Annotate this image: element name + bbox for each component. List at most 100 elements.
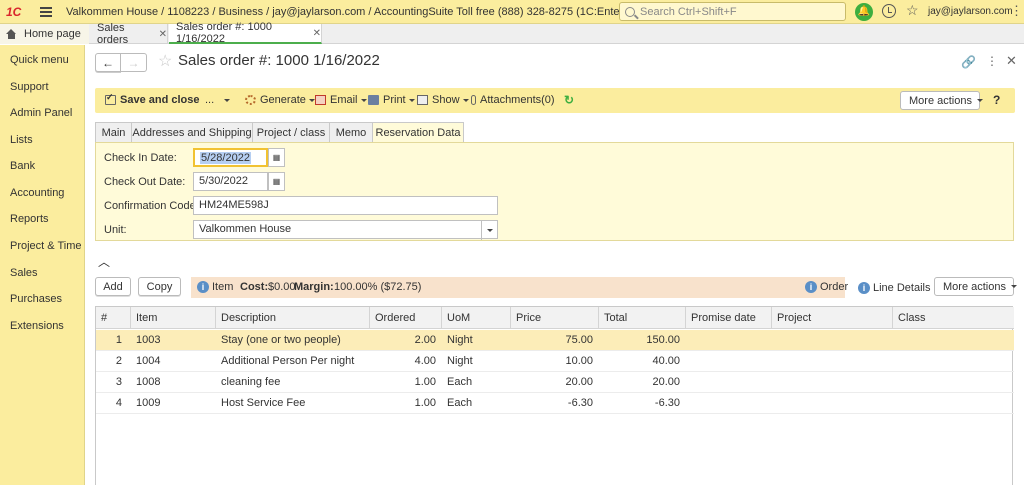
show-button[interactable]: Show — [417, 94, 469, 106]
refresh-icon[interactable]: ↻ — [564, 93, 574, 107]
print-button[interactable]: Print — [368, 94, 415, 106]
dropdown-button[interactable] — [481, 221, 497, 240]
cell-promise-date — [686, 351, 772, 372]
column-header-class[interactable]: Class — [893, 307, 1014, 329]
extra-commands-button[interactable]: ... — [205, 94, 231, 106]
user-name[interactable]: jay@jaylarson.com — [928, 6, 1013, 17]
history-icon[interactable] — [882, 4, 896, 18]
save-and-close-button[interactable]: Save and close — [105, 92, 200, 106]
cell-class — [893, 372, 1014, 393]
open-tabs-strip: Home page Sales orders ✕ Sales order #: … — [0, 21, 1024, 46]
table-row[interactable]: 4 1009 Host Service Fee 1.00 Each -6.30 … — [96, 393, 1014, 414]
cell-class — [893, 351, 1014, 372]
link-icon[interactable]: 🔗 — [961, 55, 976, 69]
sidebar-item-quick-menu[interactable]: Quick menu — [10, 54, 69, 66]
chevron-down-icon — [224, 98, 231, 102]
close-icon[interactable]: ✕ — [159, 29, 167, 40]
line-items-table: # Item Description Ordered UoM Price Tot… — [95, 306, 1014, 485]
sidebar-item-purchases[interactable]: Purchases — [10, 293, 62, 305]
sidebar-item-accounting[interactable]: Accounting — [10, 187, 64, 199]
tab-home-page[interactable]: Home page — [0, 24, 89, 44]
confirmation-code-field[interactable]: HM24ME598J — [193, 196, 498, 215]
notification-bell-icon[interactable]: 🔔 — [855, 3, 873, 21]
check-out-label: Check Out Date: — [104, 176, 186, 188]
sidebar-item-lists[interactable]: Lists — [10, 134, 33, 146]
check-in-date-value: 5/28/2022 — [200, 152, 251, 164]
chevron-up-icon[interactable]: ︿ — [98, 253, 110, 270]
tab-sales-orders[interactable]: Sales orders ✕ — [90, 22, 168, 46]
sidebar-item-project-time[interactable]: Project & Time — [10, 240, 82, 252]
favorites-star-icon[interactable]: ☆ — [906, 2, 919, 19]
check-out-date-field[interactable]: 5/30/2022 — [193, 172, 268, 191]
chevron-down-icon — [1010, 285, 1017, 288]
search-input[interactable] — [640, 5, 840, 18]
vertical-more-icon[interactable]: ⋮ — [986, 54, 998, 68]
cell-item: 1009 — [136, 397, 161, 409]
chevron-down-icon — [408, 98, 415, 102]
sidebar: Quick menu Support Admin Panel Lists Ban… — [0, 45, 85, 485]
info-icon[interactable]: i — [805, 281, 817, 293]
cost-label: Cost: — [240, 281, 269, 293]
close-form-icon[interactable]: ✕ — [1006, 53, 1017, 69]
tab-reservation-data[interactable]: Reservation Data — [372, 122, 464, 143]
tab-sales-orders-label: Sales orders — [97, 22, 129, 46]
attachments-button[interactable]: Attachments(0) — [471, 94, 555, 106]
tab-sales-order[interactable]: Sales order #: 1000 1/16/2022 ✕ — [169, 21, 322, 45]
margin-value: 100.00% ($72.75) — [334, 281, 422, 293]
tab-addresses-shipping[interactable]: Addresses and Shipping — [131, 122, 253, 142]
tab-project-class[interactable]: Project / class — [252, 122, 330, 142]
sidebar-item-admin-panel[interactable]: Admin Panel — [10, 107, 72, 119]
sidebar-item-support[interactable]: Support — [10, 81, 49, 93]
column-header-uom[interactable]: UoM — [442, 307, 511, 329]
sidebar-item-reports[interactable]: Reports — [10, 213, 49, 225]
table-row[interactable]: 1 1003 Stay (one or two people) 2.00 Nig… — [96, 330, 1014, 351]
info-icon[interactable]: i — [197, 281, 209, 293]
column-header-item[interactable]: Item — [131, 307, 216, 329]
sidebar-item-extensions[interactable]: Extensions — [10, 320, 64, 332]
vertical-more-icon[interactable]: ⋮ — [1010, 4, 1023, 18]
email-button[interactable]: Email — [315, 94, 367, 106]
forward-arrow-icon[interactable]: → — [121, 53, 147, 72]
cell-class — [893, 330, 1014, 351]
line-details-label: Line Details — [873, 282, 931, 294]
check-in-date-field[interactable]: 5/28/2022 — [193, 148, 268, 167]
cell-project — [772, 372, 893, 393]
more-actions-button[interactable]: More actions — [900, 91, 983, 110]
favorite-star-icon[interactable]: ☆ — [158, 51, 172, 71]
sidebar-item-bank[interactable]: Bank — [10, 160, 35, 172]
cell-promise-date — [686, 393, 772, 414]
copy-line-button[interactable]: Copy — [138, 277, 181, 296]
save-and-close-label: Save and close — [120, 94, 200, 106]
calendar-icon[interactable]: ▦ — [268, 148, 285, 167]
unit-select[interactable]: Valkommen House — [193, 220, 498, 240]
sidebar-item-sales[interactable]: Sales — [10, 267, 38, 279]
cell-promise-date — [686, 330, 772, 351]
global-search[interactable] — [619, 2, 846, 21]
column-header-project[interactable]: Project — [772, 307, 893, 329]
cell-item: 1004 — [136, 355, 161, 367]
column-header-description[interactable]: Description — [216, 307, 370, 329]
calendar-icon[interactable]: ▦ — [268, 172, 285, 191]
hamburger-menu-icon[interactable] — [40, 6, 52, 17]
table-row[interactable]: 2 1004 Additional Person Per night 4.00 … — [96, 351, 1014, 372]
column-header-promise-date[interactable]: Promise date — [686, 307, 772, 329]
back-arrow-icon[interactable]: ← — [95, 53, 121, 72]
column-header-number[interactable]: # — [96, 307, 131, 329]
close-icon[interactable]: ✕ — [313, 28, 321, 39]
table-row[interactable]: 3 1008 cleaning fee 1.00 Each 20.00 20.0… — [96, 372, 1014, 393]
column-header-total[interactable]: Total — [599, 307, 686, 329]
add-line-button[interactable]: Add — [95, 277, 131, 296]
column-header-price[interactable]: Price — [511, 307, 599, 329]
generate-button[interactable]: Generate — [245, 94, 315, 106]
cell-price: -6.30 — [567, 397, 593, 409]
help-button[interactable]: ? — [993, 93, 1000, 107]
lines-more-actions-button[interactable]: More actions — [934, 277, 1017, 296]
cell-price: 20.00 — [565, 376, 593, 388]
tab-memo[interactable]: Memo — [329, 122, 373, 142]
check-in-label: Check In Date: — [104, 152, 177, 164]
line-details-toggle[interactable]: i Line Details — [858, 282, 930, 294]
tab-main[interactable]: Main — [95, 122, 132, 142]
cell-description: cleaning fee — [221, 376, 281, 388]
unit-label: Unit: — [104, 224, 127, 236]
column-header-ordered[interactable]: Ordered — [370, 307, 442, 329]
